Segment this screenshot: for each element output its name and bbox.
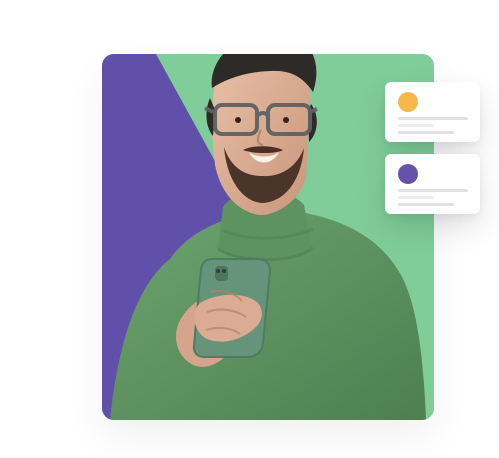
orange-status-dot-icon (398, 92, 418, 112)
placeholder-line (398, 117, 468, 120)
placeholder-line (398, 196, 434, 199)
placeholder-line (398, 203, 454, 206)
phone-camera (215, 266, 228, 281)
placeholder-line (398, 124, 434, 127)
placeholder-line (398, 131, 454, 134)
notification-card-1 (385, 82, 480, 142)
hero-illustration (0, 0, 499, 458)
placeholder-line (398, 189, 468, 192)
purple-status-dot-icon (398, 164, 418, 184)
notification-card-2 (385, 154, 480, 214)
